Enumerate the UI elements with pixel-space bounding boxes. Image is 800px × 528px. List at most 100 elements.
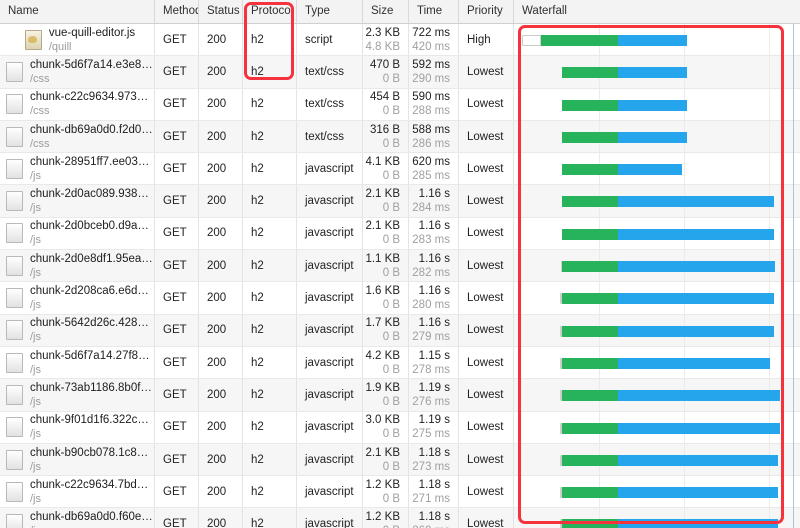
table-row[interactable]: chunk-5642d26c.4282ab4b.js/jsGET200h2jav…: [0, 314, 800, 347]
table-row[interactable]: chunk-28951ff7.ee033d4b.js/jsGET200h2jav…: [0, 153, 800, 186]
transferred-value: 0 B: [382, 363, 400, 376]
cell-waterfall[interactable]: [514, 120, 800, 153]
table-row[interactable]: chunk-db69a0d0.f2d0d572..../cssGET200h2t…: [0, 120, 800, 154]
cell-name[interactable]: chunk-2d208ca6.e6d4deb3.js/js: [0, 282, 155, 314]
table-row[interactable]: chunk-5d6f7a14.e3e89637..../cssGET200h2t…: [0, 56, 800, 89]
table-row[interactable]: chunk-2d0ac089.93855ae2.js/jsGET200h2jav…: [0, 185, 800, 218]
time-value: 1.15 s: [418, 349, 450, 362]
waterfall-bar[interactable]: [562, 164, 682, 176]
cell-waterfall[interactable]: [514, 379, 800, 411]
cell-waterfall[interactable]: [514, 24, 800, 56]
column-header-time[interactable]: Time: [409, 0, 459, 23]
column-header-method[interactable]: Method: [155, 0, 199, 23]
table-row[interactable]: chunk-2d0bceb0.d9aa2d80.js/jsGET200h2jav…: [0, 217, 800, 251]
cell-name[interactable]: chunk-5d6f7a14.e3e89637..../css: [0, 56, 155, 88]
waterfall-bar[interactable]: [562, 293, 774, 305]
cell-type: javascript: [297, 217, 363, 250]
waterfall-bar[interactable]: [562, 261, 775, 273]
cell-time: 1.18 s 273 ms: [409, 443, 459, 476]
waterfall-bar[interactable]: [562, 228, 774, 240]
cell-waterfall[interactable]: [514, 508, 800, 528]
latency-value: 288 ms: [412, 105, 450, 118]
cell-name[interactable]: chunk-2d0e8df1.95ea41d1.js/js: [0, 250, 155, 282]
table-row[interactable]: vue-quill-editor.js/quill GET 200 h2 script 2…: [0, 24, 800, 57]
column-header-size[interactable]: Size: [363, 0, 409, 23]
cell-waterfall[interactable]: [514, 346, 800, 379]
cell-waterfall[interactable]: [514, 88, 800, 120]
column-header-priority[interactable]: Priority: [459, 0, 514, 23]
transferred-value: 0 B: [382, 395, 400, 408]
cell-name[interactable]: chunk-2d0bceb0.d9aa2d80.js/js: [0, 217, 155, 250]
column-header-waterfall[interactable]: Waterfall: [514, 0, 800, 23]
cell-method: GET: [155, 56, 199, 88]
waterfall-bar[interactable]: [562, 196, 774, 208]
column-header-status[interactable]: Status: [199, 0, 243, 23]
cell-name[interactable]: chunk-28951ff7.ee033d4b.js/js: [0, 153, 155, 185]
cell-name[interactable]: chunk-db69a0d0.f2d0d572..../css: [0, 120, 155, 153]
waterfall-bar[interactable]: [562, 519, 778, 528]
waterfall-bar[interactable]: [562, 454, 778, 466]
cell-name[interactable]: chunk-73ab1186.8b0f1c7d.js/js: [0, 379, 155, 411]
table-row[interactable]: chunk-b90cb078.1c8a1dfa.js/jsGET200h2jav…: [0, 443, 800, 477]
waterfall-bar[interactable]: [562, 487, 778, 499]
cell-name[interactable]: chunk-db69a0d0.f60eaee5.js/js: [0, 508, 155, 528]
vertical-scroll-track[interactable]: [793, 24, 794, 528]
cell-name[interactable]: chunk-5642d26c.4282ab4b.js/js: [0, 314, 155, 346]
column-header-type[interactable]: Type: [297, 0, 363, 23]
waterfall-download-segment: [618, 228, 774, 240]
request-path: /js: [30, 428, 41, 441]
cell-waterfall[interactable]: [514, 250, 800, 282]
cell-waterfall[interactable]: [514, 411, 800, 443]
column-header-name[interactable]: Name: [0, 0, 155, 23]
table-row[interactable]: chunk-5d6f7a14.27f809f0.js/jsGET200h2jav…: [0, 346, 800, 380]
waterfall-bar[interactable]: [562, 357, 770, 369]
cell-size: 4.2 KB 0 B: [363, 346, 409, 379]
table-row[interactable]: chunk-2d208ca6.e6d4deb3.js/jsGET200h2jav…: [0, 282, 800, 315]
table-row[interactable]: chunk-c22c9634.7bd7262f.js/jsGET200h2jav…: [0, 476, 800, 509]
waterfall-bar[interactable]: [562, 131, 687, 143]
cell-name[interactable]: chunk-5d6f7a14.27f809f0.js/js: [0, 346, 155, 379]
document-file-icon: [6, 449, 23, 470]
document-file-icon: [6, 417, 23, 438]
table-row[interactable]: chunk-9f01d1f6.322cb1ad.js/jsGET200h2jav…: [0, 411, 800, 444]
request-table-body[interactable]: vue-quill-editor.js/quill GET 200 h2 script 2…: [0, 24, 800, 528]
request-name: chunk-2d0ac089.93855ae2.js: [30, 188, 154, 201]
cell-waterfall[interactable]: [514, 476, 800, 508]
cell-waterfall[interactable]: [514, 314, 800, 346]
cell-waterfall[interactable]: [514, 185, 800, 217]
cell-size: 470 B0 B: [363, 56, 409, 88]
cell-name[interactable]: chunk-c22c9634.9733d108..../css: [0, 88, 155, 120]
cell-name[interactable]: vue-quill-editor.js/quill: [0, 24, 155, 56]
cell-waterfall[interactable]: [514, 56, 800, 88]
table-row[interactable]: chunk-2d0e8df1.95ea41d1.js/jsGET200h2jav…: [0, 250, 800, 283]
cell-method: GET: [155, 346, 199, 379]
cell-waterfall[interactable]: [514, 443, 800, 476]
cell-waterfall[interactable]: [514, 217, 800, 250]
waterfall-waiting-segment: [562, 261, 618, 273]
waterfall-download-segment: [618, 67, 687, 79]
cell-priority: Lowest: [459, 282, 514, 314]
waterfall-bar[interactable]: [562, 99, 687, 111]
cell-priority: Lowest: [459, 476, 514, 508]
cell-waterfall[interactable]: [514, 282, 800, 314]
table-row[interactable]: chunk-c22c9634.9733d108..../cssGET200h2t…: [0, 88, 800, 121]
cell-name[interactable]: chunk-b90cb078.1c8a1dfa.js/js: [0, 443, 155, 476]
table-header-row: Name Method Status Protocol Type Size Time Prio…: [0, 0, 800, 24]
waterfall-bar[interactable]: [562, 422, 780, 434]
waterfall-bar[interactable]: [562, 325, 774, 337]
waterfall-bar[interactable]: [562, 390, 780, 402]
cell-waterfall[interactable]: [514, 153, 800, 185]
waterfall-bar[interactable]: [541, 35, 687, 46]
waterfall-bar[interactable]: [562, 67, 687, 79]
column-header-protocol[interactable]: Protocol: [243, 0, 297, 23]
cell-name[interactable]: chunk-9f01d1f6.322cb1ad.js/js: [0, 411, 155, 443]
time-value: 590 ms: [412, 91, 450, 104]
size-value: 3.0 KB: [365, 414, 400, 427]
cell-name[interactable]: chunk-2d0ac089.93855ae2.js/js: [0, 185, 155, 217]
cell-time: 1.16 s 282 ms: [409, 250, 459, 282]
cell-name[interactable]: chunk-c22c9634.7bd7262f.js/js: [0, 476, 155, 508]
table-row[interactable]: chunk-73ab1186.8b0f1c7d.js/jsGET200h2jav…: [0, 379, 800, 412]
table-row[interactable]: chunk-db69a0d0.f60eaee5.js/jsGET200h2jav…: [0, 508, 800, 528]
cell-status: 200: [199, 282, 243, 314]
time-value: 592 ms: [412, 58, 450, 71]
